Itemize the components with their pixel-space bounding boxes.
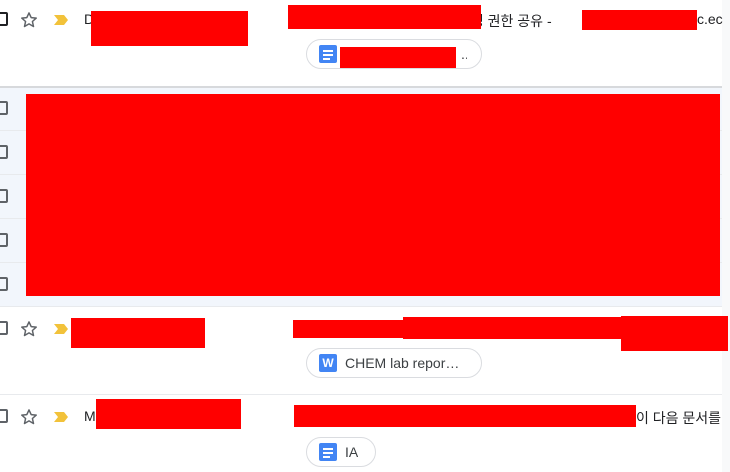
row-divider — [0, 306, 722, 307]
row-checkbox[interactable] — [0, 277, 8, 291]
redaction — [96, 399, 241, 429]
attachment-name: CHEM lab repor… — [345, 355, 460, 371]
attachment-chip[interactable]: W CHEM lab repor… — [306, 348, 482, 378]
redaction — [293, 320, 405, 338]
row-checkbox[interactable] — [0, 409, 8, 423]
row-checkbox[interactable] — [0, 189, 8, 203]
email-subject-tail: c.ec — [697, 11, 723, 27]
redaction — [91, 11, 248, 46]
row-divider — [0, 394, 722, 395]
redaction — [288, 5, 481, 29]
redaction — [294, 405, 636, 427]
redaction — [403, 317, 623, 339]
redaction — [71, 318, 205, 348]
attachment-name: .. — [461, 46, 467, 62]
attachment-name: IA — [345, 444, 359, 460]
important-marker-icon[interactable] — [53, 14, 69, 26]
google-doc-icon — [319, 45, 337, 63]
attachment-chip[interactable]: IA — [306, 437, 376, 467]
row-divider-shadow — [0, 86, 722, 88]
word-doc-icon: W — [319, 354, 337, 372]
redaction — [26, 94, 720, 296]
important-marker-icon[interactable] — [53, 411, 69, 423]
scroll-gutter — [722, 0, 730, 472]
redaction — [340, 47, 456, 68]
redaction — [582, 10, 697, 30]
email-subject: 이 다음 문서를 — [636, 410, 722, 426]
row-checkbox[interactable] — [0, 101, 8, 115]
row-checkbox[interactable] — [0, 321, 8, 335]
google-doc-icon — [319, 443, 337, 461]
sender-name: M — [84, 408, 96, 424]
row-checkbox[interactable] — [0, 12, 8, 26]
row-checkbox[interactable] — [0, 233, 8, 247]
redaction — [621, 316, 728, 351]
row-checkbox[interactable] — [0, 145, 8, 159]
important-marker-icon[interactable] — [53, 323, 69, 335]
star-icon[interactable] — [19, 10, 39, 30]
star-icon[interactable] — [19, 407, 39, 427]
star-icon[interactable] — [19, 319, 39, 339]
